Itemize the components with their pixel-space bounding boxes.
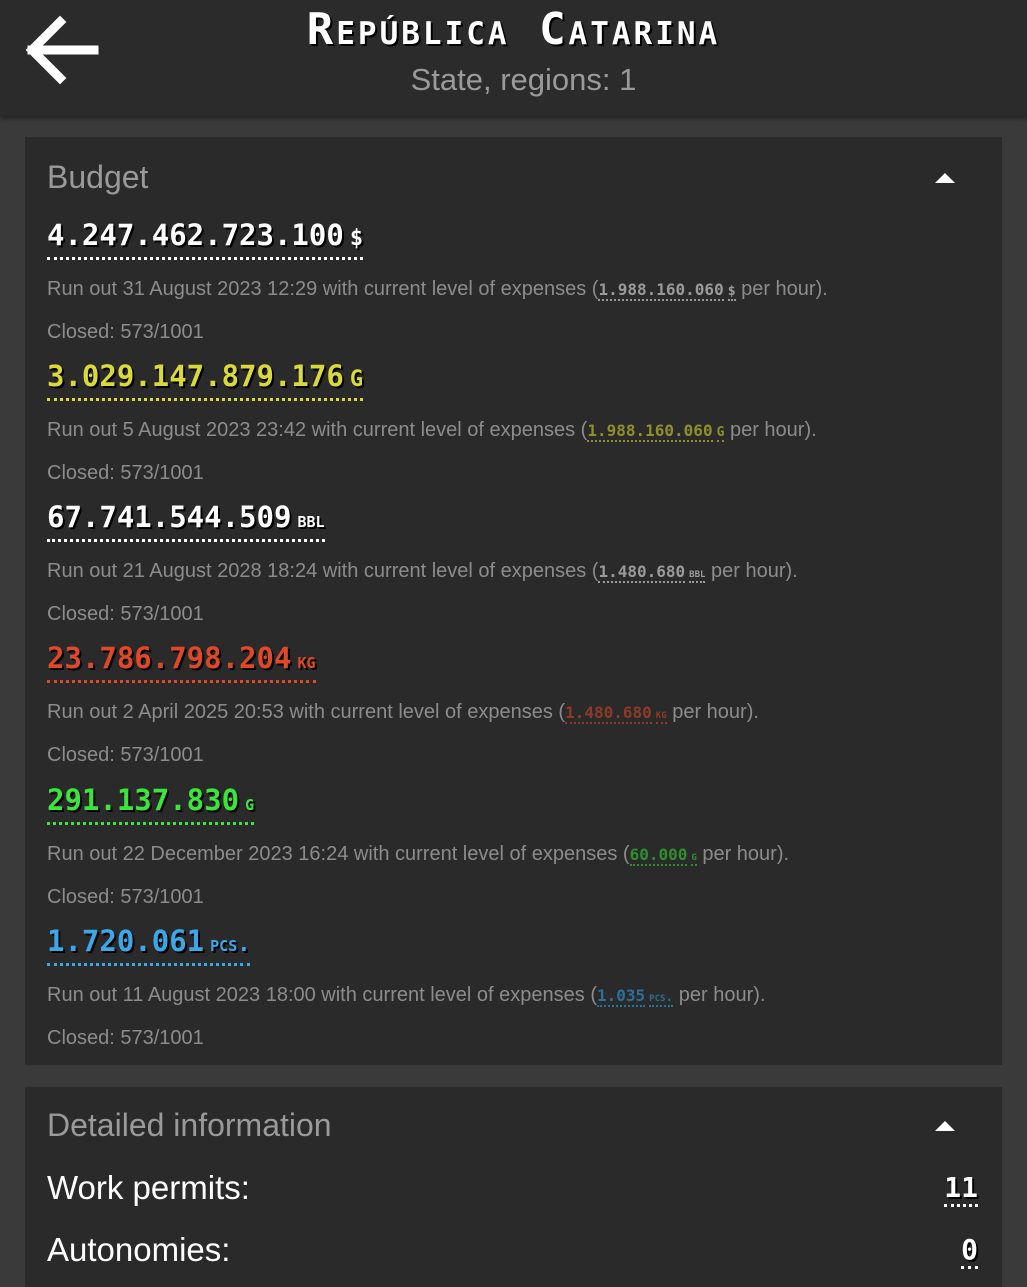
budget-entry-diamonds: 1.720.061 pcs. Run out 11 August 2023 18:… (47, 923, 982, 1051)
runout-text: Run out 21 August 2028 18:24 with curren… (47, 560, 798, 583)
amount-value: 4.247.462.723.100 (47, 218, 344, 252)
amount-unit: pcs. (210, 932, 251, 957)
diamonds-amount[interactable]: 1.720.061 pcs. (47, 923, 251, 966)
uranium-amount[interactable]: 291.137.830 g (47, 782, 255, 825)
runout-text: Run out 22 December 2023 16:24 with curr… (47, 843, 790, 866)
autonomies-value[interactable]: 0 (961, 1233, 978, 1269)
top-app-bar: República Catarina State, regions: 1 (0, 0, 1027, 116)
closed-count: Closed: 573/1001 (47, 321, 204, 343)
oil-amount[interactable]: 67.741.544.509 bbl (47, 499, 325, 542)
rate-value[interactable]: 1.480.680 (598, 562, 686, 583)
amount-unit: kg (297, 649, 316, 674)
runout-text: Run out 31 August 2023 12:29 with curren… (47, 278, 828, 301)
details-card: Detailed information Work permits: 11 Au… (25, 1087, 1002, 1287)
amount-value: 23.786.798.204 (47, 641, 292, 675)
closed-count: Closed: 573/1001 (47, 603, 204, 625)
autonomies-row: Autonomies: 0 (47, 1231, 978, 1275)
page-subtitle: State, regions: 1 (410, 62, 637, 97)
amount-unit: bbl (297, 508, 325, 533)
amount-value: 67.741.544.509 (47, 500, 292, 534)
rate-value[interactable]: 1.035 (596, 986, 646, 1007)
budget-card: Budget 4.247.462.723.100 $ Run out 31 Aug… (25, 137, 1002, 1065)
budget-entry-oil: 67.741.544.509 bbl Run out 21 August 2028… (47, 499, 982, 627)
work-permits-value[interactable]: 11 (944, 1171, 978, 1207)
gold-amount[interactable]: 3.029.147.879.176 G (47, 358, 364, 401)
money-amount[interactable]: 4.247.462.723.100 $ (47, 217, 364, 260)
amount-unit: g (245, 791, 255, 816)
closed-count: Closed: 573/1001 (47, 744, 204, 766)
rate-value[interactable]: 1.480.680 (565, 703, 652, 724)
autonomies-label: Autonomies: (47, 1231, 231, 1268)
closed-count: Closed: 573/1001 (47, 1027, 204, 1049)
budget-entry-gold: 3.029.147.879.176 G Run out 5 August 2023… (47, 358, 982, 486)
budget-header[interactable]: Budget (47, 159, 148, 196)
ore-amount[interactable]: 23.786.798.204 kg (47, 640, 316, 683)
amount-value: 291.137.830 (47, 783, 240, 817)
rate-value[interactable]: 60.000 (629, 845, 688, 866)
budget-entry-uranium: 291.137.830 g Run out 22 December 2023 16… (47, 782, 982, 910)
amount-value: 3.029.147.879.176 (47, 359, 344, 393)
details-header[interactable]: Detailed information (47, 1107, 332, 1144)
budget-entry-ore: 23.786.798.204 kg Run out 2 April 2025 20… (47, 640, 982, 768)
budget-entry-money: 4.247.462.723.100 $ Run out 31 August 202… (47, 217, 982, 345)
closed-count: Closed: 573/1001 (47, 462, 204, 484)
rate-value[interactable]: 1.988.160.060 (587, 421, 713, 442)
amount-unit: $ (349, 226, 364, 251)
work-permits-label: Work permits: (47, 1169, 250, 1206)
runout-text: Run out 11 August 2023 18:00 with curren… (47, 984, 766, 1007)
amount-value: 1.720.061 (47, 924, 205, 958)
runout-text: Run out 2 April 2025 20:53 with current … (47, 701, 759, 724)
work-permits-row: Work permits: 11 (47, 1169, 978, 1213)
amount-unit: G (349, 367, 364, 392)
chevron-up-icon[interactable] (933, 171, 957, 185)
runout-text: Run out 5 August 2023 23:42 with current… (47, 419, 817, 442)
page-title: República Catarina (306, 4, 721, 55)
chevron-up-icon[interactable] (933, 1119, 957, 1133)
rate-value[interactable]: 1.988.160.060 (598, 280, 724, 301)
closed-count: Closed: 573/1001 (47, 886, 204, 908)
